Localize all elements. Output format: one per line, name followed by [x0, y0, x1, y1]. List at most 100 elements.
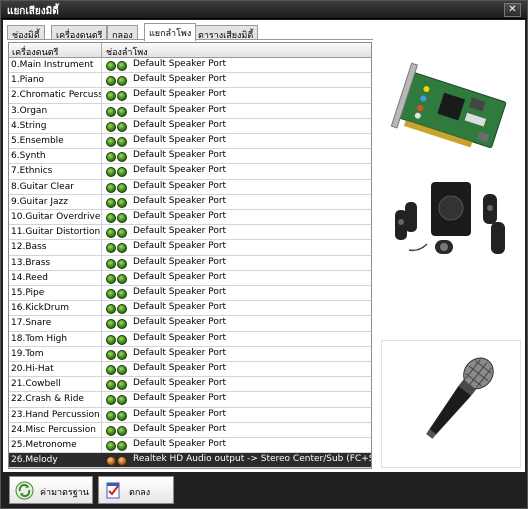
port-led-icon [106, 106, 116, 117]
table-row[interactable]: 3.Organ Default Speaker Port [9, 103, 371, 119]
speaker-port-cell[interactable]: Default Speaker Port [103, 119, 371, 133]
table-row[interactable]: 8.Guitar Clear Default Speaker Port [9, 179, 371, 195]
speaker-port-label: Default Speaker Port [133, 256, 227, 267]
port-led-icon [117, 273, 127, 284]
speaker-port-cell[interactable]: Default Speaker Port [103, 301, 371, 315]
default-button[interactable]: ค่ามาตรฐาน [9, 476, 93, 504]
table-row[interactable]: 19.Tom Default Speaker Port [9, 346, 371, 362]
tab-speaker-separation[interactable]: แยกลำโพง [144, 23, 197, 41]
speaker-port-cell[interactable]: Default Speaker Port [103, 240, 371, 254]
speaker-port-cell[interactable]: Default Speaker Port [103, 225, 371, 239]
close-button[interactable]: ✕ [504, 3, 521, 17]
table-row[interactable]: 4.String Default Speaker Port [9, 118, 371, 134]
speaker-port-cell[interactable]: Default Speaker Port [103, 256, 371, 270]
speaker-port-cell[interactable]: Default Speaker Port [103, 286, 371, 300]
speaker-port-label: Default Speaker Port [133, 89, 227, 100]
speaker-port-label: Realtek HD Audio output -> Stereo Center… [133, 454, 372, 465]
speaker-port-cell[interactable]: Default Speaker Port [103, 423, 371, 437]
speaker-port-cell[interactable]: Default Speaker Port [103, 195, 371, 209]
speaker-port-cell[interactable]: Default Speaker Port [103, 88, 371, 102]
port-led-icon [117, 228, 127, 239]
speaker-port-cell[interactable]: Default Speaker Port [103, 134, 371, 148]
port-led-icon [117, 243, 127, 254]
speaker-port-cell[interactable]: Default Speaker Port [103, 149, 371, 163]
sound-card-icon [390, 62, 507, 148]
speaker-port-cell[interactable]: Default Speaker Port [103, 408, 371, 422]
instrument-cell: 6.Synth [9, 149, 102, 164]
table-row[interactable]: 24.Misc Percussion Default Speaker Port [9, 422, 371, 438]
ok-button-label: ตกลง [129, 488, 151, 498]
speaker-port-label: Default Speaker Port [133, 363, 227, 373]
port-led-icon [117, 182, 127, 193]
port-led-icon [106, 380, 116, 391]
speaker-system-image [379, 172, 521, 278]
port-led-icon [106, 410, 116, 421]
speaker-port-cell[interactable]: Default Speaker Port [103, 438, 371, 452]
speaker-port-label: Default Speaker Port [133, 347, 227, 358]
speaker-port-cell[interactable]: Default Speaker Port [103, 210, 371, 224]
midi-separation-window: แยกเสียงมิดี้ ✕ ช่องมิดี้ เครื่องดนตรี ก… [0, 0, 528, 509]
column-header-instrument[interactable]: เครื่องดนตรี [9, 43, 102, 58]
port-led-icon [106, 228, 116, 239]
table-row[interactable]: 9.Guitar Jazz Default Speaker Port [9, 194, 371, 210]
table-row[interactable]: 1.Piano Default Speaker Port [9, 73, 371, 89]
table-row[interactable]: 17.Snare Default Speaker Port [9, 316, 371, 332]
speaker-port-cell[interactable]: Realtek HD Audio output -> Stereo Center… [103, 453, 371, 467]
speaker-port-cell[interactable]: Default Speaker Port [103, 362, 371, 376]
speaker-port-cell[interactable]: Default Speaker Port [103, 392, 371, 406]
table-row[interactable]: 18.Tom High Default Speaker Port [9, 331, 371, 347]
port-led-icon [117, 456, 127, 467]
speaker-port-cell[interactable]: Default Speaker Port [103, 164, 371, 178]
speaker-port-cell[interactable]: Default Speaker Port [103, 104, 371, 118]
table-row[interactable]: 23.Hand Percussion Default Speaker Port [9, 407, 371, 423]
tab-drums[interactable]: กลอง [107, 25, 138, 41]
table-row[interactable]: 15.Pipe Default Speaker Port [9, 286, 371, 302]
port-led-icon [117, 349, 127, 360]
ok-button[interactable]: ตกลง [98, 476, 174, 504]
table-row[interactable]: 5.Ensemble Default Speaker Port [9, 134, 371, 150]
table-row[interactable]: 22.Crash & Ride Default Speaker Port [9, 392, 371, 408]
column-header-speaker-port[interactable]: ช่องลำโพง [103, 43, 371, 58]
sound-card-image [379, 62, 521, 170]
port-led-icon [106, 76, 116, 87]
speaker-port-label: Default Speaker Port [133, 165, 227, 176]
speaker-port-cell[interactable]: Default Speaker Port [103, 271, 371, 285]
table-row[interactable]: 14.Reed Default Speaker Port [9, 270, 371, 286]
speaker-port-cell[interactable]: Default Speaker Port [103, 73, 371, 87]
speaker-port-cell[interactable]: Default Speaker Port [103, 332, 371, 346]
speaker-assignment-grid[interactable]: เครื่องดนตรี ช่องลำโพง 0.Main Instrument… [8, 42, 372, 469]
table-row[interactable]: 16.KickDrum Default Speaker Port [9, 301, 371, 317]
table-row[interactable]: 0.Main Instrument Default Speaker Port [9, 58, 371, 74]
port-led-icon [117, 304, 127, 315]
speaker-port-cell[interactable]: Default Speaker Port [103, 180, 371, 194]
port-led-icon [117, 197, 127, 208]
speaker-port-cell[interactable]: Default Speaker Port [103, 58, 371, 72]
speaker-port-cell[interactable]: Default Speaker Port [103, 377, 371, 391]
table-row[interactable]: 12.Bass Default Speaker Port [9, 240, 371, 256]
speaker-port-label: Default Speaker Port [133, 241, 227, 252]
tab-midi-channels[interactable]: ช่องมิดี้ [7, 25, 45, 41]
table-row[interactable]: 21.Cowbell Default Speaker Port [9, 377, 371, 393]
speaker-port-cell[interactable]: Default Speaker Port [103, 316, 371, 330]
table-row[interactable]: 25.Metronome Default Speaker Port [9, 438, 371, 454]
instrument-cell: 3.Organ [9, 103, 102, 118]
instrument-cell: 15.Pipe [9, 286, 102, 301]
tab-instruments[interactable]: เครื่องดนตรี [51, 25, 108, 41]
table-row[interactable]: 13.Brass Default Speaker Port [9, 255, 371, 271]
speaker-port-cell[interactable]: Default Speaker Port [103, 347, 371, 361]
port-led-icon [106, 273, 116, 284]
port-led-icon [106, 349, 116, 360]
tab-midi-sound-table[interactable]: ตารางเสียงมิดี้ [193, 25, 259, 41]
table-row[interactable]: 11.Guitar Distortion Default Speaker Port [9, 225, 371, 241]
microphone-image [381, 340, 521, 468]
port-led-icon [106, 243, 116, 254]
table-row[interactable]: 10.Guitar Overdriven Default Speaker Port [9, 210, 371, 226]
port-led-icon [117, 289, 127, 299]
table-row[interactable]: 2.Chromatic Percussion Default Speaker Po… [9, 88, 371, 104]
speaker-port-label: Default Speaker Port [133, 150, 227, 161]
speaker-port-label: Default Speaker Port [133, 423, 227, 434]
table-row[interactable]: 6.Synth Default Speaker Port [9, 149, 371, 165]
table-row[interactable]: 26.Melody Realtek HD Audio output -> Ster… [9, 453, 371, 468]
table-row[interactable]: 7.Ethnics Default Speaker Port [9, 164, 371, 180]
table-row[interactable]: 20.Hi-Hat Default Speaker Port [9, 362, 371, 378]
